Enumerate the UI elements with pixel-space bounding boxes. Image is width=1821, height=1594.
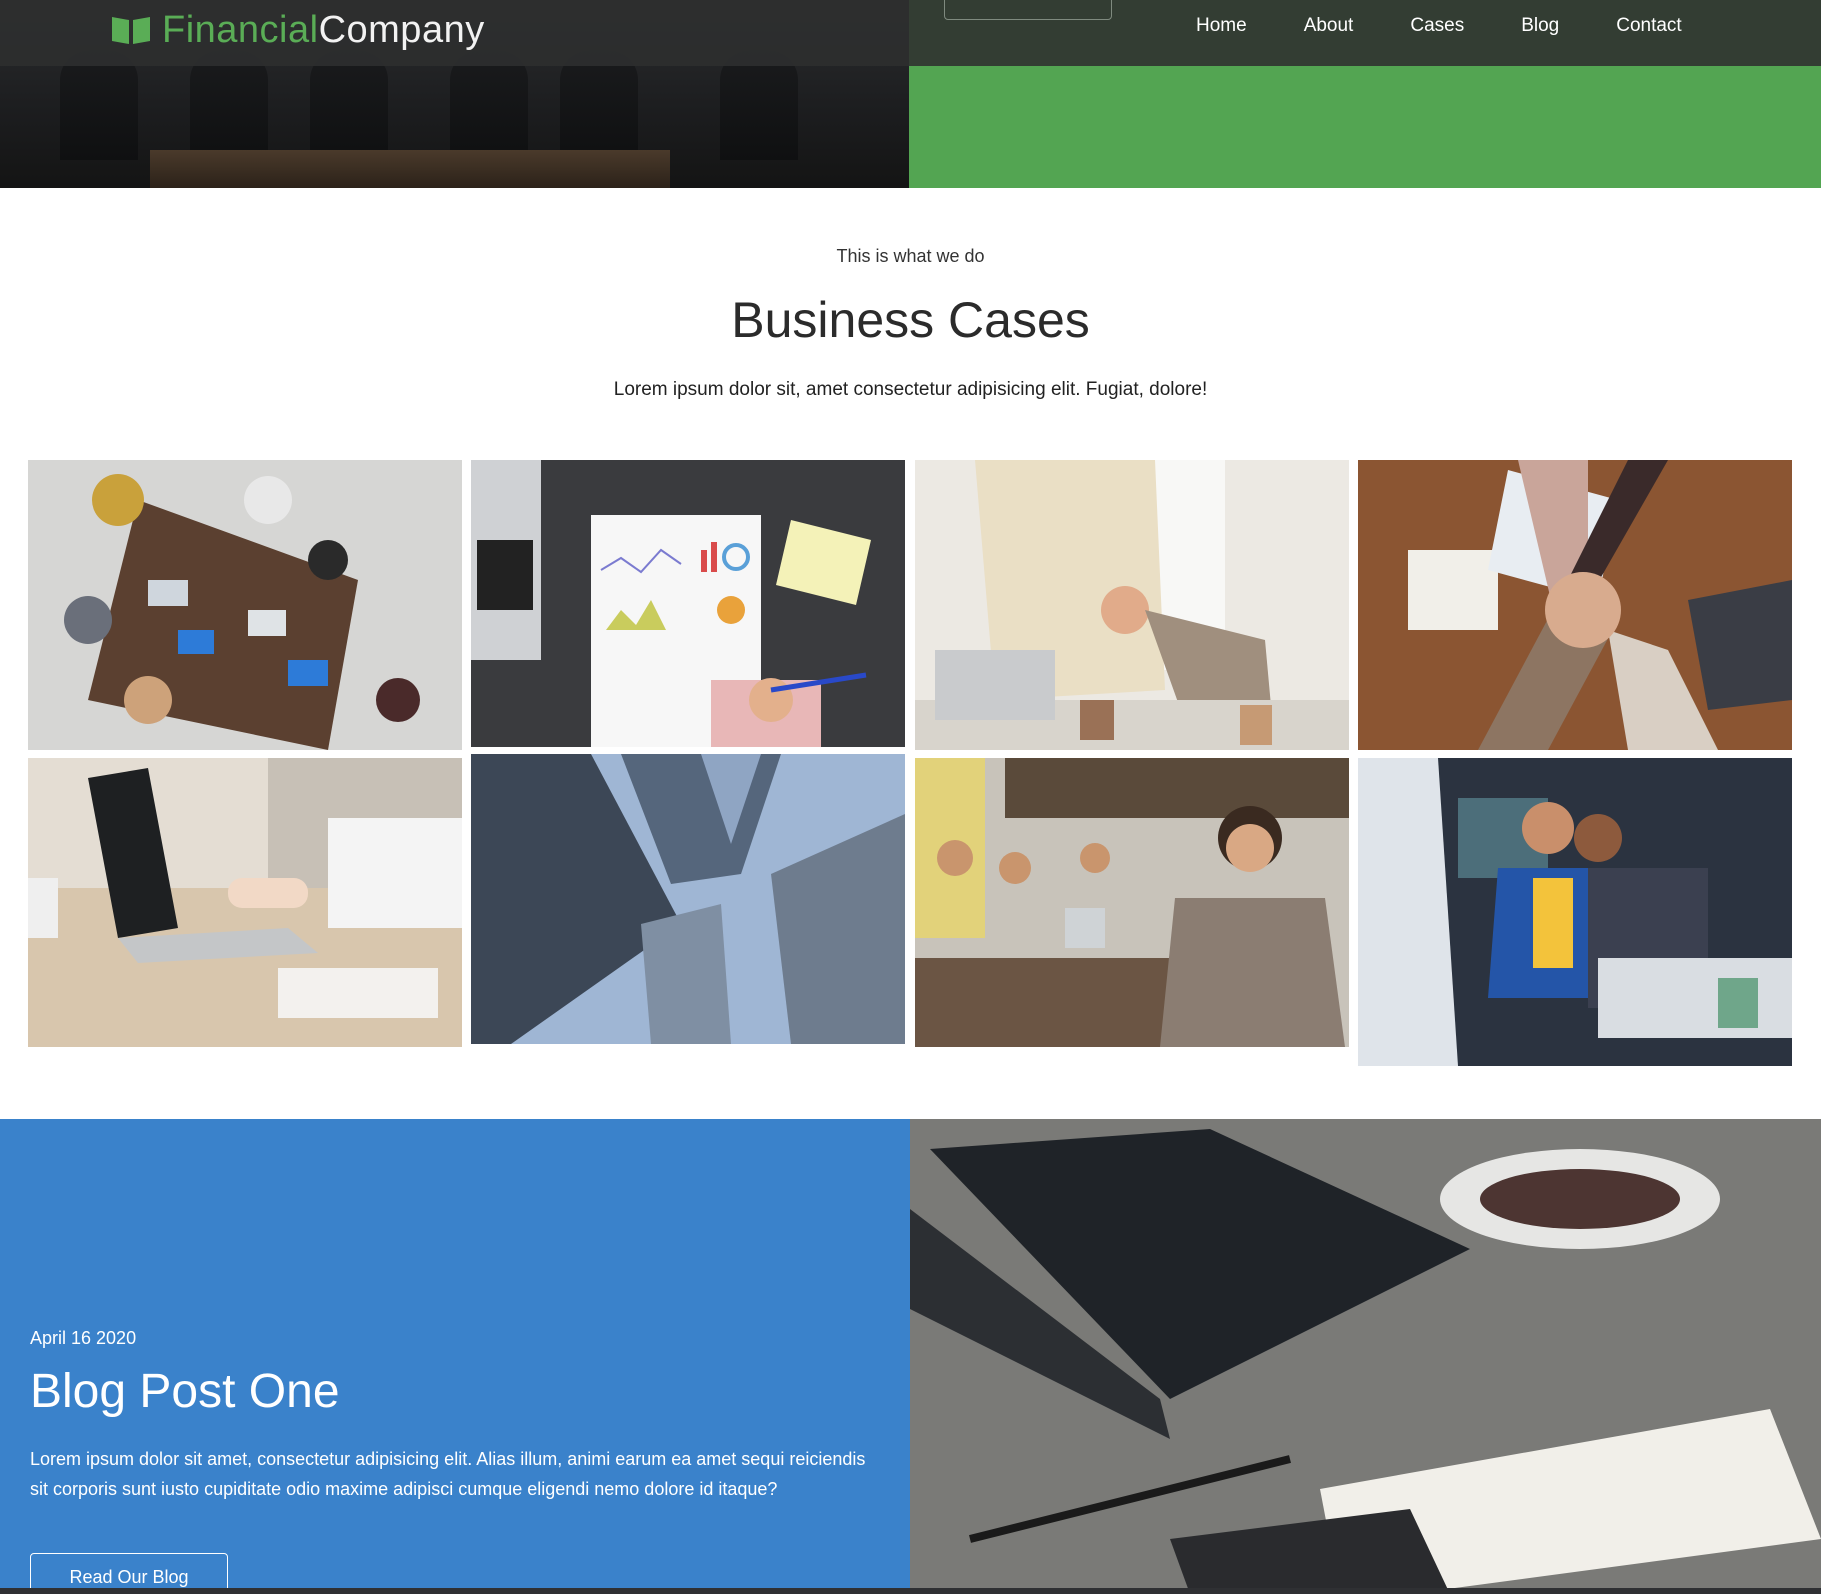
case-image-team-meeting[interactable]: [28, 460, 462, 750]
case-image-smiling-employee-art: [1358, 758, 1792, 1066]
case-image-handshake-art: [915, 460, 1349, 750]
brand-logo[interactable]: FinancialCompany: [110, 8, 485, 52]
case-image-skyscrapers-art: [471, 754, 905, 1044]
case-image-handshake[interactable]: [915, 460, 1349, 750]
case-image-office-team-art: [915, 758, 1349, 1047]
hero-image-figure: [450, 50, 528, 160]
cases-eyebrow: This is what we do: [836, 246, 985, 266]
hero-image-figure: [60, 50, 138, 160]
blog-panel: [0, 1119, 910, 1594]
book-icon: [112, 17, 150, 44]
blog-title: Blog Post One: [30, 1365, 340, 1418]
cases-title: Business Cases: [731, 292, 1090, 348]
blog-date: April 16 2020: [30, 1328, 137, 1348]
case-image-skyscrapers[interactable]: [471, 754, 905, 1044]
hero-image-figure: [310, 50, 388, 160]
nav-cases[interactable]: Cases: [1410, 12, 1464, 40]
footer-strip: [0, 1588, 1821, 1594]
main-nav: Home About Cases Blog Contact: [1196, 12, 1739, 40]
blog-excerpt: Lorem ipsum dolor sit amet, consectetur …: [30, 1449, 866, 1499]
case-image-laptop-art: [28, 758, 462, 1047]
cases-subtitle: Lorem ipsum dolor sit, amet consectetur …: [613, 379, 1208, 400]
nav-contact[interactable]: Contact: [1616, 12, 1681, 40]
case-image-teamwork-hands-art: [1358, 460, 1792, 750]
brand-name-part2: Company: [318, 8, 485, 51]
blog-image-notebook-coffee: [910, 1119, 1821, 1594]
nav-home[interactable]: Home: [1196, 12, 1247, 40]
cases-header: This is what we do Business Cases Lorem …: [0, 246, 1821, 401]
case-image-teamwork-hands[interactable]: [1358, 460, 1792, 750]
case-image-charts[interactable]: [471, 460, 905, 747]
hero-image-figure: [190, 50, 268, 160]
nav-about[interactable]: About: [1304, 12, 1354, 40]
hero-image-table: [150, 150, 670, 188]
case-image-office-team[interactable]: [915, 758, 1349, 1047]
hero-read-more-button[interactable]: [944, 0, 1112, 20]
case-image-team-meeting-art: [28, 460, 462, 750]
case-image-charts-art: [471, 460, 905, 747]
hero-image-figure: [720, 50, 798, 160]
hero-image-figure: [560, 50, 638, 160]
brand-name-part1: Financial: [162, 8, 319, 51]
blog-image-notebook-coffee-art: [910, 1119, 1821, 1594]
case-image-laptop[interactable]: [28, 758, 462, 1047]
case-image-smiling-employee[interactable]: [1358, 758, 1792, 1066]
nav-blog[interactable]: Blog: [1521, 12, 1559, 40]
